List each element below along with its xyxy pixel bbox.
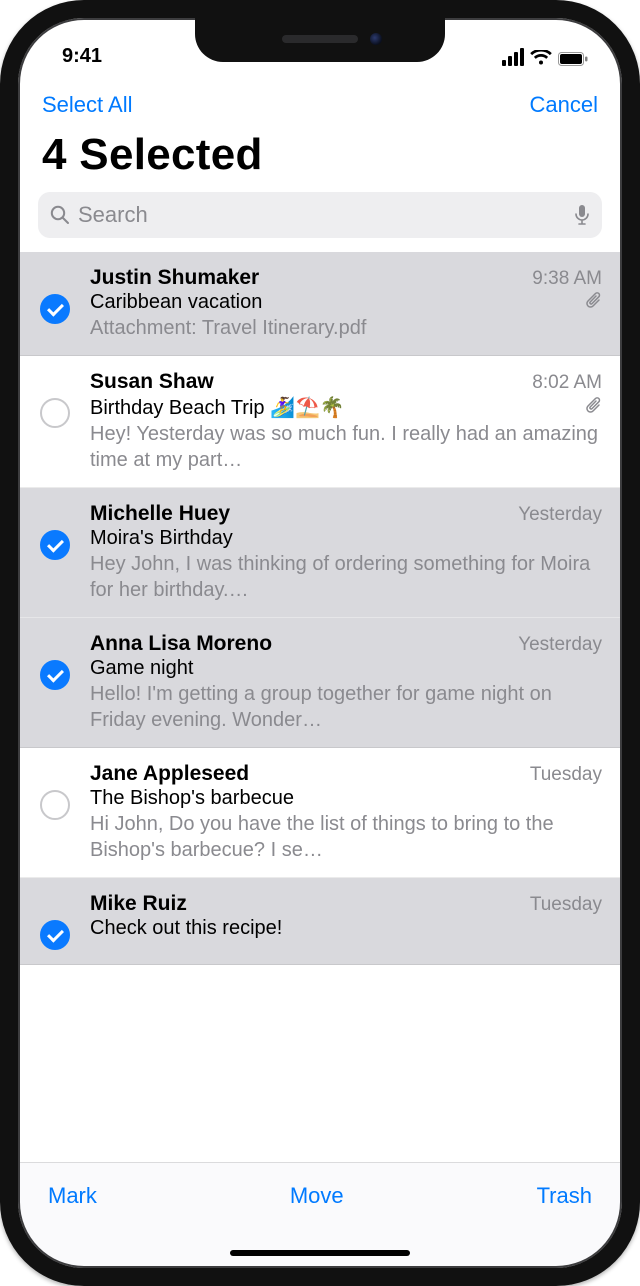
volume-down-button[interactable] <box>0 392 4 478</box>
email-time: Tuesday <box>530 894 602 916</box>
email-content: Mike Ruiz TuesdayCheck out this recipe! <box>90 892 604 941</box>
battery-icon <box>558 52 588 66</box>
email-subject: Check out this recipe! <box>90 917 602 940</box>
email-subject: The Bishop's barbecue <box>90 787 602 810</box>
mute-switch[interactable] <box>0 206 4 248</box>
volume-up-button[interactable] <box>0 286 4 372</box>
attachment-icon <box>586 396 602 419</box>
email-time: 9:38 AM <box>532 268 602 290</box>
email-row[interactable]: Michelle Huey YesterdayMoira's BirthdayHe… <box>18 488 622 618</box>
wifi-icon <box>530 50 552 66</box>
screen: 9:41 Select All Cancel 4 Selected Search… <box>18 18 622 1268</box>
email-time: Tuesday <box>530 764 602 786</box>
home-indicator[interactable] <box>230 1250 410 1256</box>
selection-checkbox[interactable] <box>40 530 70 560</box>
email-preview: Hello! I'm getting a group together for … <box>90 681 602 733</box>
email-row[interactable]: Jane Appleseed TuesdayThe Bishop's barbec… <box>18 748 622 878</box>
email-time: Yesterday <box>518 504 602 526</box>
move-button[interactable]: Move <box>290 1183 344 1209</box>
email-subject: Caribbean vacation <box>90 291 578 314</box>
page-title: 4 Selected <box>18 120 622 192</box>
email-sender: Justin Shumaker <box>90 266 522 290</box>
cellular-icon <box>502 48 524 66</box>
email-preview: Hey John, I was thinking of ordering som… <box>90 551 602 603</box>
email-sender: Michelle Huey <box>90 502 508 526</box>
email-time: 8:02 AM <box>532 372 602 394</box>
selection-checkbox[interactable] <box>40 660 70 690</box>
email-subject: Birthday Beach Trip 🏄‍♀️⛱️🌴 <box>90 395 578 420</box>
email-preview: Hi John, Do you have the list of things … <box>90 811 602 863</box>
search-input[interactable]: Search <box>38 192 602 238</box>
email-subject: Moira's Birthday <box>90 527 602 550</box>
email-time: Yesterday <box>518 634 602 656</box>
select-all-button[interactable]: Select All <box>42 92 133 118</box>
power-button[interactable] <box>636 320 640 450</box>
email-sender: Jane Appleseed <box>90 762 520 786</box>
search-icon <box>50 205 70 225</box>
selection-checkbox[interactable] <box>40 398 70 428</box>
email-row[interactable]: Mike Ruiz TuesdayCheck out this recipe! <box>18 878 622 965</box>
navigation-bar: Select All Cancel <box>18 70 622 120</box>
mark-button[interactable]: Mark <box>48 1183 97 1209</box>
email-sender: Susan Shaw <box>90 370 522 394</box>
email-content: Michelle Huey YesterdayMoira's BirthdayHe… <box>90 502 604 603</box>
email-list: Justin Shumaker 9:38 AMCaribbean vacation… <box>18 252 622 965</box>
email-content: Susan Shaw 8:02 AMBirthday Beach Trip 🏄‍♀… <box>90 370 604 473</box>
email-row[interactable]: Justin Shumaker 9:38 AMCaribbean vacation… <box>18 252 622 356</box>
email-preview: Hey! Yesterday was so much fun. I really… <box>90 421 602 473</box>
selection-checkbox[interactable] <box>40 920 70 950</box>
email-preview: Attachment: Travel Itinerary.pdf <box>90 315 602 341</box>
dictation-icon[interactable] <box>574 204 590 226</box>
email-content: Anna Lisa Moreno YesterdayGame nightHello… <box>90 632 604 733</box>
email-sender: Anna Lisa Moreno <box>90 632 508 656</box>
email-row[interactable]: Anna Lisa Moreno YesterdayGame nightHello… <box>18 617 622 748</box>
cancel-button[interactable]: Cancel <box>530 92 598 118</box>
email-content: Jane Appleseed TuesdayThe Bishop's barbec… <box>90 762 604 863</box>
email-sender: Mike Ruiz <box>90 892 520 916</box>
email-content: Justin Shumaker 9:38 AMCaribbean vacation… <box>90 266 604 341</box>
search-placeholder: Search <box>78 202 566 228</box>
selection-checkbox[interactable] <box>40 294 70 324</box>
status-time: 9:41 <box>62 45 102 68</box>
attachment-icon <box>586 291 602 314</box>
selection-checkbox[interactable] <box>40 790 70 820</box>
email-subject: Game night <box>90 657 602 680</box>
email-row[interactable]: Susan Shaw 8:02 AMBirthday Beach Trip 🏄‍♀… <box>18 356 622 488</box>
trash-button[interactable]: Trash <box>537 1183 592 1209</box>
